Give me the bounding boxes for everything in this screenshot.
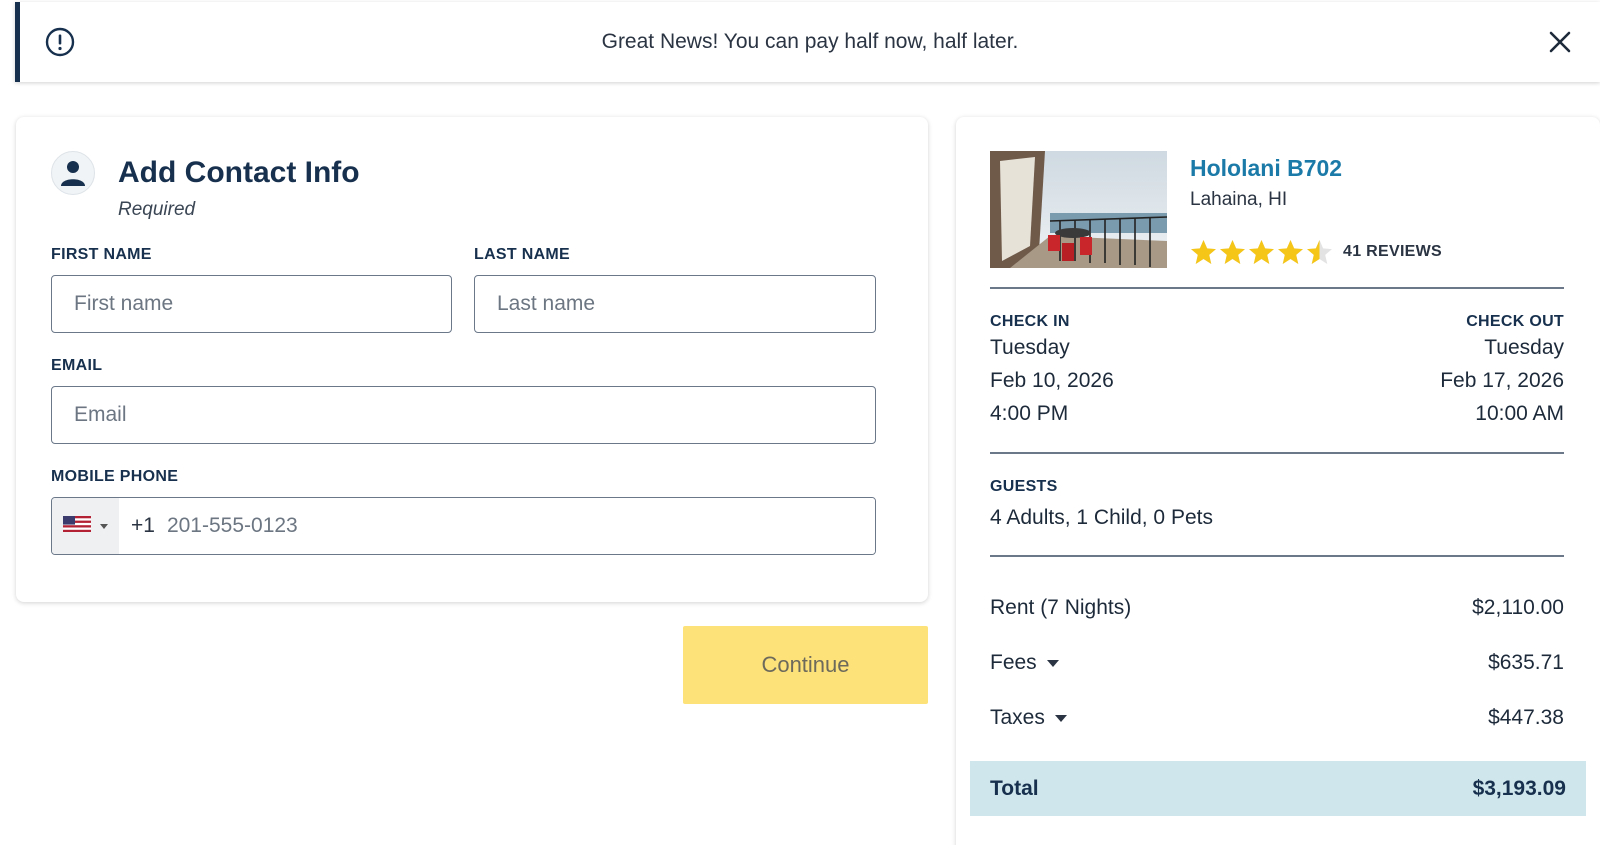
last-name-label: LAST NAME	[474, 246, 571, 263]
required-note: Required	[118, 199, 196, 220]
dial-code: +1	[131, 514, 155, 537]
chevron-down-icon[interactable]	[1046, 659, 1059, 667]
divider	[990, 452, 1564, 454]
check-out-label: CHECK OUT	[1466, 313, 1564, 330]
card-title: Add Contact Info	[118, 156, 360, 189]
chevron-down-icon[interactable]	[1054, 714, 1067, 722]
close-icon[interactable]	[1548, 30, 1572, 54]
divider	[990, 555, 1564, 557]
guests-label: GUESTS	[990, 478, 1058, 495]
check-out-time: 10:00 AM	[1475, 402, 1564, 425]
star-rating	[1190, 239, 1333, 265]
taxes-line[interactable]: Taxes	[990, 706, 1067, 730]
star-icon	[1278, 240, 1303, 264]
chevron-down-icon	[100, 523, 108, 529]
star-icon	[1307, 240, 1332, 264]
reviews-link[interactable]: 41 REVIEWS	[1343, 243, 1442, 261]
phone-input[interactable]	[154, 498, 875, 554]
total-amount: $3,193.09	[1472, 777, 1566, 800]
mobile-phone-label: MOBILE PHONE	[51, 468, 179, 485]
contact-info-card: Add Contact Info Required FIRST NAME LAS…	[16, 117, 928, 602]
property-name-link[interactable]: Hololani B702	[1190, 155, 1342, 182]
check-in-time: 4:00 PM	[990, 402, 1069, 425]
fees-label: Fees	[990, 651, 1037, 674]
star-icon	[1220, 240, 1245, 264]
banner-message: Great News! You can pay half now, half l…	[601, 30, 1019, 53]
fees-line[interactable]: Fees	[990, 651, 1059, 675]
promo-banner: Great News! You can pay half now, half l…	[15, 2, 1600, 82]
taxes-amount: $447.38	[1488, 706, 1564, 729]
rent-amount: $2,110.00	[1472, 596, 1564, 619]
email-field[interactable]	[51, 386, 876, 444]
divider	[990, 287, 1564, 289]
check-in-day: Tuesday	[990, 336, 1070, 359]
first-name-label: FIRST NAME	[51, 246, 152, 263]
check-out-date: Feb 17, 2026	[1440, 369, 1564, 392]
check-out-day: Tuesday	[1484, 336, 1564, 359]
continue-button[interactable]: Continue	[683, 626, 928, 704]
us-flag-icon	[63, 515, 91, 537]
check-in-date: Feb 10, 2026	[990, 369, 1114, 392]
total-row: Total $3,193.09	[970, 761, 1586, 816]
guests-value: 4 Adults, 1 Child, 0 Pets	[990, 506, 1213, 529]
rent-line: Rent (7 Nights)	[990, 596, 1131, 620]
property-photo	[990, 151, 1167, 268]
first-name-field[interactable]	[51, 275, 452, 333]
country-code-select[interactable]	[52, 498, 119, 554]
email-label: EMAIL	[51, 357, 103, 374]
taxes-label: Taxes	[990, 706, 1045, 729]
star-icon	[1191, 240, 1216, 264]
star-icon	[1249, 240, 1274, 264]
total-label: Total	[990, 777, 1039, 800]
rent-label: Rent (7 Nights)	[990, 596, 1132, 619]
user-icon	[51, 151, 95, 195]
fees-amount: $635.71	[1488, 651, 1564, 674]
phone-field-group: +1	[51, 497, 876, 555]
last-name-field[interactable]	[474, 275, 876, 333]
check-in-label: CHECK IN	[990, 313, 1070, 330]
property-location: Lahaina, HI	[1190, 189, 1288, 210]
booking-summary-card: Hololani B702 Lahaina, HI 41 REVIEWS CHE…	[956, 117, 1600, 845]
